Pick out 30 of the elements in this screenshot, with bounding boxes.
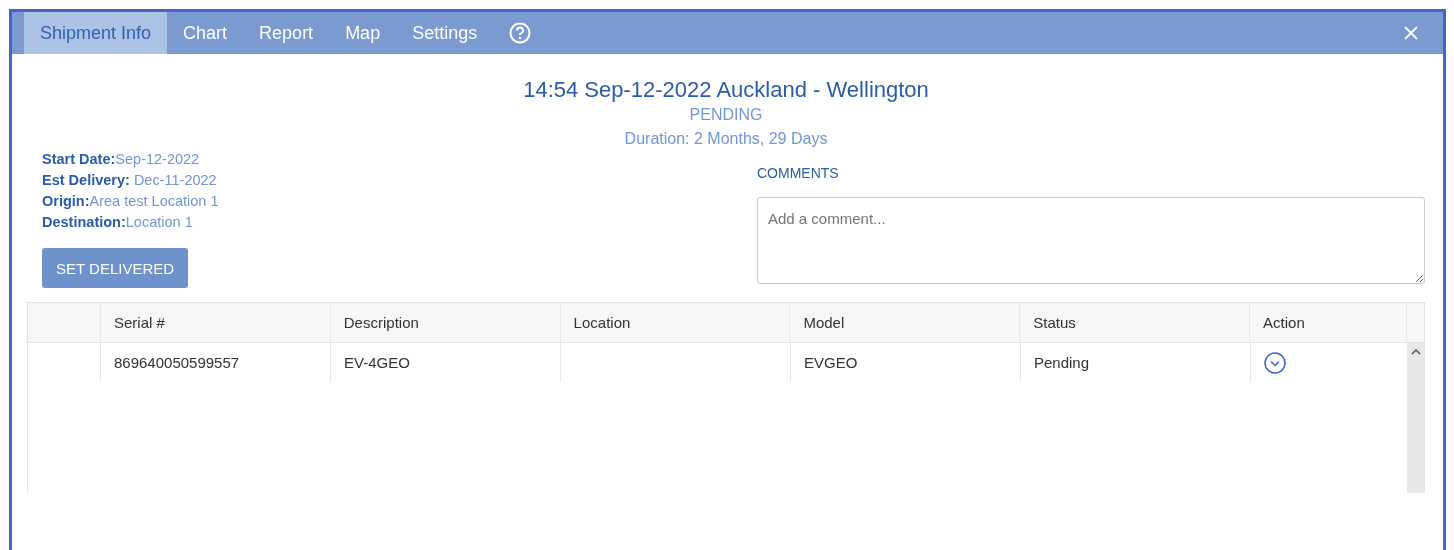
tab[interactable]: Report — [243, 12, 330, 54]
set-delivered-button[interactable]: SET DELIVERED — [42, 248, 189, 288]
column-header: Serial # — [99, 303, 330, 342]
tab[interactable]: Shipment Info — [24, 12, 168, 54]
column-header: Status — [1019, 303, 1250, 342]
table-cell: EVGEO — [790, 343, 1020, 382]
scroll-up-icon[interactable] — [1410, 349, 1421, 355]
shipment-status: PENDING — [689, 105, 763, 125]
comment-field[interactable]: Add a comment... — [757, 197, 1425, 284]
comments-label: COMMENTS — [757, 165, 840, 181]
expand-icon[interactable] — [1264, 351, 1286, 374]
tab[interactable]: Map — [329, 12, 397, 54]
shipment-title: 14:54 Sep-12-2022 Auckland - Wellington — [523, 76, 929, 103]
tab[interactable]: Chart — [167, 12, 244, 54]
tab[interactable]: Settings — [396, 12, 494, 54]
detail-line: Est Delivery: Dec-11-2022 — [42, 171, 218, 190]
detail-line: Origin:Area test Location 1 — [42, 192, 220, 211]
table-cell: EV-4GEO — [330, 343, 560, 382]
scrollbar[interactable] — [1407, 343, 1424, 493]
detail-line: Destination:Location 1 — [42, 213, 194, 232]
shipment-duration: Duration: 2 Months, 29 Days — [624, 129, 828, 149]
column-header: Location — [559, 303, 790, 342]
help-icon[interactable] — [509, 22, 532, 44]
column-header: Description — [329, 303, 560, 342]
table-cell: 869640050599557 — [100, 343, 330, 382]
close-icon[interactable] — [1403, 25, 1419, 41]
table-cell: Pending — [1020, 343, 1250, 382]
column-header: Model — [789, 303, 1020, 342]
column-header: Action — [1249, 303, 1406, 342]
detail-line: Start Date:Sep-12-2022 — [42, 150, 201, 169]
